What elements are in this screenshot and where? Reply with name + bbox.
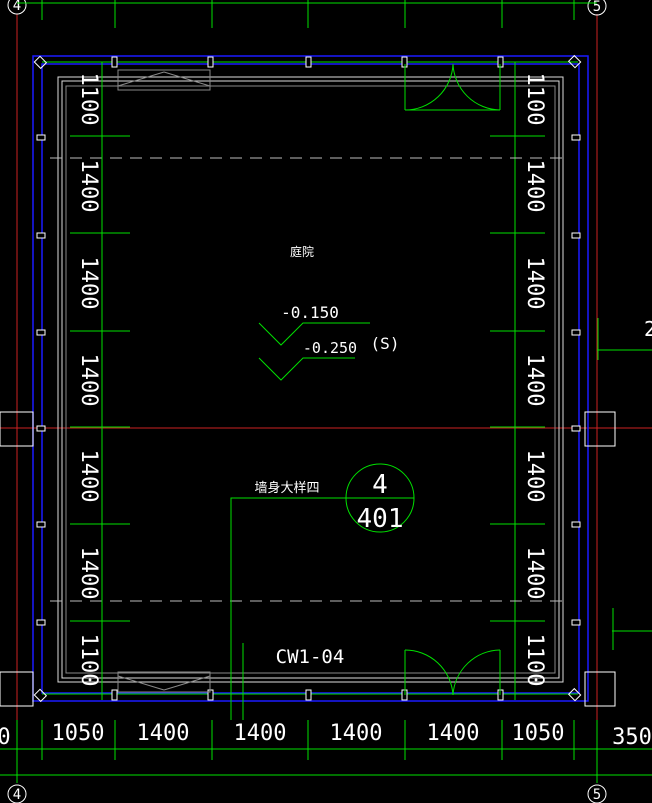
room-label: 庭院 [290,244,314,259]
top-door [404,63,501,111]
axis-label-right-top: 5 [593,0,601,15]
white-wall-outline [57,76,564,683]
right-dim-1: 1400 [522,160,547,213]
slope-mark: (S) [371,334,400,353]
axis-label-left-top: 4 [13,0,21,14]
left-dim-3: 1400 [76,354,101,407]
cad-drawing: 4 5 4 5 1100 1400 1400 1400 1400 1400 11… [0,0,652,803]
right-edge-leader [597,318,652,650]
right-dimension-texts: 1100 1400 1400 1400 1400 1400 1100 [522,73,547,687]
level-text-2: -0.250 [303,339,357,357]
level-text-1: -0.150 [281,303,339,322]
right-dim-3: 1400 [522,354,547,407]
top-dimension-line [17,0,597,28]
right-dim-0: 1100 [522,73,547,126]
bottom-dim-edge-right: 350 [612,725,652,750]
bottom-dim-1: 1400 [137,721,190,746]
corner-markers [33,54,582,703]
left-dim-4: 1400 [76,450,101,503]
edge-fragment-right: 2 [644,317,652,341]
left-dim-2: 1400 [76,257,101,310]
right-dim-4: 1400 [522,450,547,503]
bottom-dim-3: 1400 [330,721,383,746]
axis-label-right-bottom: 5 [593,787,601,803]
bottom-dimension-texts: 0 1050 1400 1400 1400 1400 1050 350 [0,721,652,750]
left-dim-0: 1100 [76,73,101,126]
bottom-dim-5: 1050 [512,721,565,746]
left-dim-5: 1400 [76,547,101,600]
blue-wall-outline [32,55,589,702]
bottom-dim-4: 1400 [427,721,480,746]
left-dim-1: 1400 [76,160,101,213]
right-dim-6: 1100 [522,634,547,687]
detail-number: 4 [372,470,388,500]
right-dim-2: 1400 [522,257,547,310]
left-dim-6: 1100 [76,634,101,687]
detail-sheet-number: 401 [357,504,404,534]
bottom-dim-edge-left: 0 [0,725,11,750]
wall-posts [36,56,581,701]
axis-label-left-bottom: 4 [13,787,21,803]
level-marker-2 [258,357,355,381]
top-window [117,69,211,91]
left-dimension-texts: 1100 1400 1400 1400 1400 1400 1100 [76,73,101,687]
detail-leader-text: 墙身大样四 [254,480,319,496]
dashed-lines [50,157,570,602]
right-dim-5: 1400 [522,547,547,600]
window-tag: CW1-04 [276,646,345,668]
bottom-dim-2: 1400 [234,721,287,746]
bottom-dim-0: 1050 [52,721,105,746]
